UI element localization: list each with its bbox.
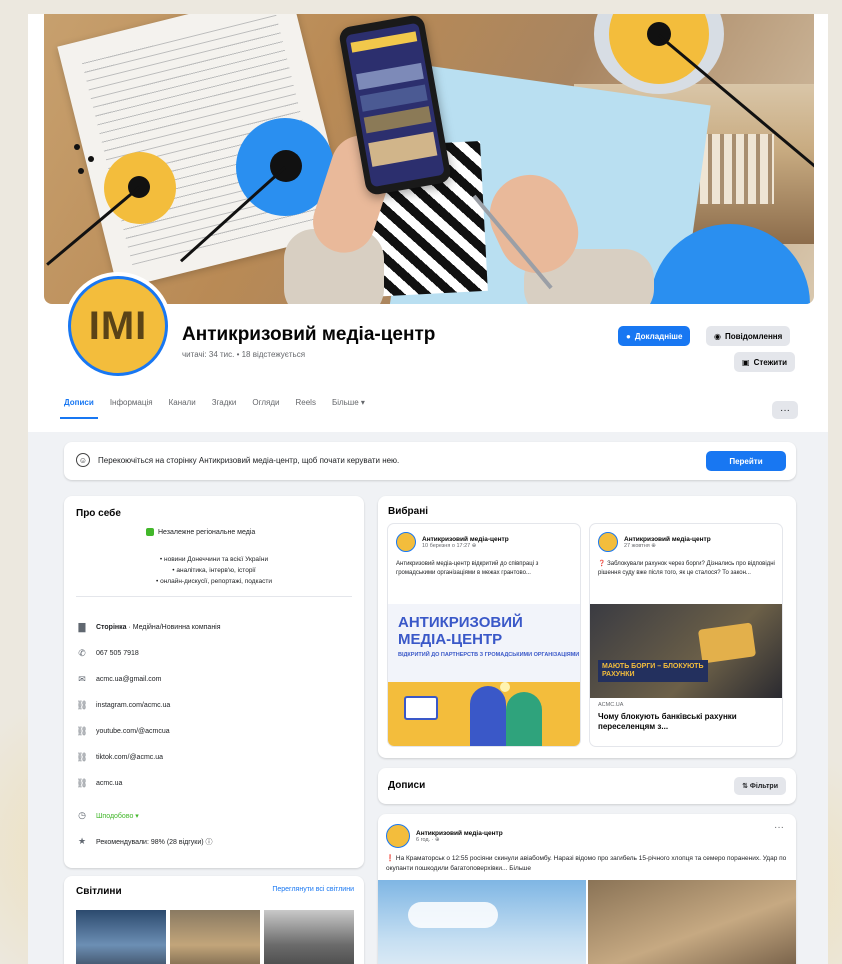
- tab-channels[interactable]: Канали: [169, 398, 196, 407]
- about-website-link[interactable]: ⛓ acmc.ua: [76, 778, 122, 789]
- image-banner: МАЮТЬ БОРГИ – БЛОКУЮТЬ РАХУНКИ: [598, 660, 708, 682]
- switch-profile-icon: ☺: [76, 453, 90, 467]
- phone-icon: ✆: [78, 648, 86, 658]
- about-hours[interactable]: ◷ Шподобово ▾: [76, 810, 139, 821]
- follow-button[interactable]: ▣ Стежити: [734, 352, 796, 372]
- featured-post[interactable]: Антикризовий медіа-центр 10 березня о 17…: [388, 524, 580, 746]
- message-button[interactable]: ◉ Повідомлення: [706, 326, 791, 346]
- info-icon: ●: [626, 331, 631, 341]
- tab-mentions[interactable]: Згадки: [212, 398, 237, 407]
- post-timestamp[interactable]: 6 год. · ⊕: [416, 837, 503, 843]
- check-icon: [146, 528, 154, 536]
- post-text: Антикризовий медіа-центр відкритий до сп…: [396, 561, 539, 576]
- avatar: [396, 532, 416, 552]
- switch-profile-bar: ☺ Перекоючіться на сторінку Антикризовий…: [64, 442, 796, 480]
- tab-more[interactable]: Більше ▾: [332, 398, 365, 407]
- about-description: • новини Донеччини та всієї України • ан…: [156, 556, 272, 585]
- avatar: IMI: [68, 276, 168, 376]
- clock-icon: ◷: [78, 810, 86, 820]
- divider: [76, 596, 352, 597]
- post-author[interactable]: Антикризовий медіа-центр: [624, 536, 711, 543]
- tab-posts[interactable]: Дописи: [60, 398, 98, 419]
- page-tabs: Дописи Інформація Канали Згадки Огляди R…: [60, 398, 365, 419]
- image-subline: ВІДКРИТИЙ ДО ПАРТНЕРСТВ З ГРОМАДСЬКИМИ О…: [398, 652, 580, 658]
- about-card: Про себе Незалежне регіональне медіа • н…: [64, 496, 364, 868]
- switch-profile-button[interactable]: Перейти: [706, 451, 786, 471]
- image-illustration: [388, 682, 580, 746]
- link-source: ACMC.UA: [598, 702, 624, 708]
- post-author[interactable]: Антикризовий медіа-центр: [422, 536, 509, 543]
- cover-dot-decor: [78, 168, 84, 174]
- link-icon: ⛓: [76, 778, 88, 788]
- email-icon: ✉: [78, 674, 86, 684]
- link-title[interactable]: Чому блокують банківські рахунки пересел…: [598, 712, 774, 732]
- about-title: Про себе: [76, 508, 121, 519]
- photo-thumbnail[interactable]: [170, 910, 260, 964]
- about-rating[interactable]: ★ Рекомендували: 98% (28 відгуки) ⓘ: [76, 836, 213, 847]
- post-image[interactable]: [378, 880, 586, 964]
- facebook-page-window: IMI Антикризовий медіа-центр читачі: 34 …: [28, 14, 828, 964]
- about-phone[interactable]: ✆ 067 505 7918: [76, 648, 139, 659]
- avatar[interactable]: [386, 824, 410, 848]
- featured-card: Вибрані Антикризовий медіа-центр 10 бере…: [378, 496, 796, 758]
- post-image[interactable]: МАЮТЬ БОРГИ – БЛОКУЮТЬ РАХУНКИ: [590, 604, 782, 698]
- more-options-button[interactable]: ···: [772, 401, 798, 419]
- about-youtube-link[interactable]: ⛓ youtube.com/@acmcua: [76, 726, 169, 737]
- photo-thumbnail[interactable]: [76, 910, 166, 964]
- link-icon: ⛓: [76, 752, 88, 762]
- post-card: Антикризовий медіа-центр 6 год. · ⊕ ··· …: [378, 814, 796, 964]
- switch-profile-text: Перекоючіться на сторінку Антикризовий м…: [98, 456, 400, 465]
- filters-button[interactable]: ⇅ Фільтри: [734, 777, 786, 795]
- cover-dot-decor: [74, 144, 80, 150]
- post-text: ❓ Заблокували рахунок через борги? Дізна…: [598, 561, 775, 576]
- about-tiktok-link[interactable]: ⛓ tiktok.com/@acmc.ua: [76, 752, 163, 763]
- post-timestamp[interactable]: 10 березня о 17:27 ⊕: [422, 543, 509, 549]
- post-image[interactable]: [588, 880, 796, 964]
- cover-dot-decor: [88, 156, 94, 162]
- link-icon: ⛓: [76, 700, 88, 710]
- page-title: Антикризовий медіа-центр: [182, 324, 436, 345]
- photos-title: Світлини: [76, 886, 122, 897]
- tab-info[interactable]: Інформація: [110, 398, 153, 407]
- tab-reviews[interactable]: Огляди: [252, 398, 279, 407]
- about-badge: Незалежне регіональне медіа: [146, 528, 255, 536]
- image-headline: АНТИКРИЗОВИЙ МЕДІА-ЦЕНТР: [398, 614, 523, 648]
- post-image[interactable]: АНТИКРИЗОВИЙ МЕДІА-ЦЕНТР ВІДКРИТИЙ ДО ПА…: [388, 604, 580, 746]
- photos-card: Світлини Переглянути всі світлини: [64, 876, 364, 964]
- about-instagram-link[interactable]: ⛓ instagram.com/acmc.ua: [76, 700, 170, 711]
- post-author[interactable]: Антикризовий медіа-центр: [416, 830, 503, 837]
- page-header: IMI Антикризовий медіа-центр читачі: 34 …: [28, 14, 828, 432]
- profile-avatar[interactable]: IMI: [64, 272, 172, 380]
- followers-count[interactable]: читачі: 34 тис. • 18 відстежується: [182, 350, 305, 359]
- photo-thumbnail[interactable]: [264, 910, 354, 964]
- post-text: ❗ На Краматорськ о 12:55 росіяни скинули…: [386, 855, 787, 872]
- avatar: [598, 532, 618, 552]
- about-email[interactable]: ✉ acmc.ua@gmail.com: [76, 674, 161, 685]
- messenger-icon: ◉: [714, 331, 721, 341]
- post-timestamp[interactable]: 27 жовтня ⊕: [624, 543, 711, 549]
- about-category: ▇ Сторінка · Медійна/Новинна компанія: [76, 622, 221, 633]
- link-icon: ⛓: [76, 726, 88, 736]
- posts-title: Дописи: [388, 780, 426, 791]
- learn-more-button[interactable]: ● Докладніше: [618, 326, 691, 346]
- cover-photo[interactable]: [44, 14, 814, 304]
- posts-header: Дописи ⇅ Фільтри: [378, 768, 796, 804]
- tab-reels[interactable]: Reels: [295, 398, 315, 407]
- see-all-photos-link[interactable]: Переглянути всі світлини: [272, 886, 354, 893]
- post-options-button[interactable]: ···: [774, 822, 784, 833]
- featured-post[interactable]: Антикризовий медіа-центр 27 жовтня ⊕ ❓ З…: [590, 524, 782, 746]
- follow-icon: ▣: [742, 357, 750, 367]
- featured-title: Вибрані: [388, 506, 429, 517]
- page-icon: ▇: [78, 622, 86, 632]
- alert-icon: ❗: [386, 855, 395, 862]
- star-icon: ★: [77, 836, 87, 846]
